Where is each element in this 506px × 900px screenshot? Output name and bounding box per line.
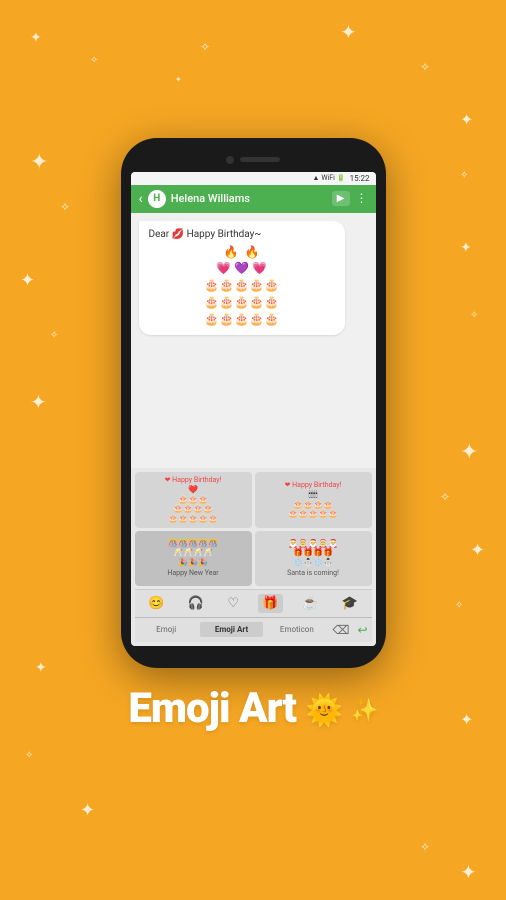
phone-top-bar xyxy=(131,152,376,168)
sparkle-5: ✦ xyxy=(460,110,473,129)
sparkle-20: ✦ xyxy=(460,860,477,884)
sparkle-1: ✦ xyxy=(30,30,42,46)
emoji-art-label-santa: Santa is coming! xyxy=(287,569,339,577)
sparkle-7: ✧ xyxy=(60,200,70,214)
emoji-art-grid: ❤ Happy Birthday! ❤️🎂🎂🎂🎂🎂🎂🎂🎂🎂🎂🎂🎂 ❤ Happy… xyxy=(135,472,372,585)
sparkle-23: ✧ xyxy=(470,310,478,321)
emoji-art-item-birthday2[interactable]: ❤ Happy Birthday! 🕯🕯🕯🕯🎂🎂🎂🎂🎂🎂🎂🎂🎂 xyxy=(255,472,372,527)
status-time: 15:22 xyxy=(350,174,370,183)
emoji-art-item-birthday1[interactable]: ❤ Happy Birthday! ❤️🎂🎂🎂🎂🎂🎂🎂🎂🎂🎂🎂🎂 xyxy=(135,472,252,527)
sparkle-16: ✦ xyxy=(460,710,473,729)
return-key-icon[interactable]: ↩ xyxy=(353,620,371,640)
category-music-icon[interactable]: 🎧 xyxy=(184,594,208,613)
message-content: Dear 💋 Happy Birthday~ xyxy=(149,229,262,240)
back-icon[interactable]: ‹ xyxy=(139,191,143,207)
chat-area: Dear 💋 Happy Birthday~ 🔥 🔥 💗 💜 💗 🎂🎂🎂🎂🎂 🎂… xyxy=(131,213,376,469)
contact-name: Helena Williams xyxy=(171,192,327,205)
sparkle-17: ✧ xyxy=(25,750,33,761)
sparkle-25: ✧ xyxy=(200,40,210,54)
video-call-icon[interactable]: ▶ xyxy=(332,191,350,206)
sparkle-12: ✧ xyxy=(440,490,450,504)
sparkle-19: ✧ xyxy=(420,840,430,854)
emoji-art-content-santa: 🎅🤶🎅🤶🎅🎁🎁🎁🎁❄️⛄❄️⛄ xyxy=(288,539,338,568)
category-bar: 😊 🎧 ♡ 🎁 ☕ 🎓 xyxy=(135,589,372,617)
sun-icon: 🌞 xyxy=(305,693,341,728)
app-screen: ▲ WiFi 🔋 15:22 ‹ H Helena Williams ▶ ⋮ D… xyxy=(131,172,376,646)
category-emoji-icon[interactable]: 😊 xyxy=(144,594,168,613)
emoji-art-content-2: 🕯🕯🕯🕯🎂🎂🎂🎂🎂🎂🎂🎂🎂 xyxy=(288,490,338,519)
tab-bar: Emoji Emoji Art Emoticon ⌫ ↩ xyxy=(135,617,372,642)
emoji-picker-area: ❤ Happy Birthday! ❤️🎂🎂🎂🎂🎂🎂🎂🎂🎂🎂🎂🎂 ❤ Happy… xyxy=(131,468,376,645)
sparkle-22: ✦ xyxy=(460,240,472,256)
sparkle-13: ✦ xyxy=(470,540,485,561)
category-heart-icon[interactable]: ♡ xyxy=(223,594,243,613)
title-text: Emoji Art xyxy=(128,684,296,733)
emoji-art-item-newyear[interactable]: 🎊🎊🎊🎊🎊🥂🥂🥂🥂🎉🎉🎉 Happy New Year xyxy=(135,531,252,586)
tab-emoji-art[interactable]: Emoji Art xyxy=(200,622,263,637)
sparkle-icon: ✨ xyxy=(351,698,377,723)
emoji-art-item-santa[interactable]: 🎅🤶🎅🤶🎅🎁🎁🎁🎁❄️⛄❄️⛄ Santa is coming! xyxy=(255,531,372,586)
sparkle-8: ✦ xyxy=(20,270,35,291)
wifi-icon: WiFi xyxy=(321,174,334,182)
tab-emoji[interactable]: Emoji xyxy=(135,622,198,637)
sparkle-14: ✧ xyxy=(455,600,463,611)
emoji-art-label-newyear: Happy New Year xyxy=(167,569,218,577)
sparkle-15: ✦ xyxy=(35,660,47,676)
sparkle-18: ✦ xyxy=(80,800,95,821)
category-coffee-icon[interactable]: ☕ xyxy=(298,594,322,613)
battery-icon: 🔋 xyxy=(337,174,346,182)
sparkle-21: ✧ xyxy=(460,170,468,181)
chat-header: ‹ H Helena Williams ▶ ⋮ xyxy=(131,185,376,213)
sparkle-11: ✦ xyxy=(460,440,478,465)
bottom-text: Emoji Art 🌞 ✨ xyxy=(128,684,377,733)
message-text: Dear 💋 Happy Birthday~ xyxy=(149,229,335,240)
sparkle-24: ✦ xyxy=(175,75,182,84)
signal-icons: ▲ WiFi 🔋 xyxy=(312,174,345,182)
more-options-icon[interactable]: ⋮ xyxy=(356,191,368,206)
emoji-art-title-2: ❤ Happy Birthday! xyxy=(285,481,342,489)
emoji-art-title-1: ❤ Happy Birthday! xyxy=(165,476,222,484)
sparkle-10: ✦ xyxy=(30,390,47,414)
sparkle-2: ✧ xyxy=(90,55,98,66)
phone-speaker xyxy=(240,157,280,162)
delete-key-icon[interactable]: ⌫ xyxy=(328,620,353,640)
sparkle-3: ✦ xyxy=(340,20,357,44)
sparkle-4: ✧ xyxy=(420,60,430,74)
phone-camera xyxy=(226,156,234,164)
app-logo-icon: H xyxy=(148,190,166,208)
sparkle-6: ✦ xyxy=(30,150,48,175)
signal-icon: ▲ xyxy=(312,174,319,182)
message-bubble: Dear 💋 Happy Birthday~ 🔥 🔥 💗 💜 💗 🎂🎂🎂🎂🎂 🎂… xyxy=(139,221,345,336)
status-bar: ▲ WiFi 🔋 15:22 xyxy=(131,172,376,185)
category-gift-icon[interactable]: 🎁 xyxy=(258,594,282,613)
category-grad-icon[interactable]: 🎓 xyxy=(338,594,362,613)
emoji-art-display: 🔥 🔥 💗 💜 💗 🎂🎂🎂🎂🎂 🎂🎂🎂🎂🎂 🎂🎂🎂🎂🎂 xyxy=(149,244,335,328)
sparkle-9: ✧ xyxy=(50,330,58,341)
emoji-art-content-1: ❤️🎂🎂🎂🎂🎂🎂🎂🎂🎂🎂🎂🎂 xyxy=(168,485,218,523)
tab-emoticon[interactable]: Emoticon xyxy=(265,622,328,637)
phone-frame: ▲ WiFi 🔋 15:22 ‹ H Helena Williams ▶ ⋮ D… xyxy=(121,138,386,668)
header-icons: ▶ ⋮ xyxy=(332,191,368,206)
app-title: Emoji Art 🌞 ✨ xyxy=(128,684,377,733)
emoji-art-content-newyear: 🎊🎊🎊🎊🎊🥂🥂🥂🥂🎉🎉🎉 xyxy=(168,539,218,568)
